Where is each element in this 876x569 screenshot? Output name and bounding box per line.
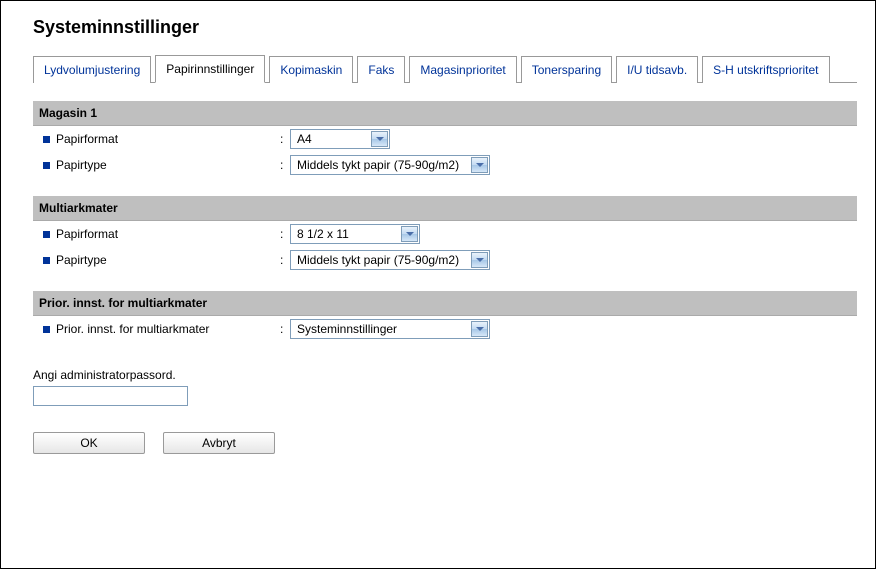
tab-paper-settings[interactable]: Papirinnstillinger <box>155 55 265 83</box>
tab-bar: Lydvolumjustering Papirinnstillinger Kop… <box>33 54 857 83</box>
section-tray1: Magasin 1 Papirformat : A4 Papirtype : M… <box>33 101 857 178</box>
select-bypass-priority[interactable]: Systeminnstillinger <box>290 319 490 339</box>
row-bypass-paper-type: Papirtype : Middels tykt papir (75-90g/m… <box>33 247 857 273</box>
section-header-bypass-priority: Prior. innst. for multiarkmater <box>33 291 857 316</box>
select-tray1-paper-size[interactable]: A4 <box>290 129 390 149</box>
row-tray1-paper-type: Papirtype : Middels tykt papir (75-90g/m… <box>33 152 857 178</box>
row-bypass-priority: Prior. innst. for multiarkmater : System… <box>33 316 857 342</box>
chevron-down-icon <box>471 321 488 337</box>
bullet-icon <box>43 257 50 264</box>
select-value: 8 1/2 x 11 <box>297 227 349 241</box>
tab-tray-priority[interactable]: Magasinprioritet <box>409 56 516 83</box>
bullet-icon <box>43 162 50 169</box>
label-bypass-priority: Prior. innst. for multiarkmater <box>56 322 286 336</box>
section-header-bypass: Multiarkmater <box>33 196 857 221</box>
tab-copier[interactable]: Kopimaskin <box>269 56 353 83</box>
select-bypass-paper-type[interactable]: Middels tykt papir (75-90g/m2) <box>290 250 490 270</box>
tab-bw-priority[interactable]: S-H utskriftsprioritet <box>702 56 829 83</box>
section-bypass: Multiarkmater Papirformat : 8 1/2 x 11 P… <box>33 196 857 273</box>
label-bypass-paper-size: Papirformat <box>56 227 286 241</box>
button-row: OK Avbryt <box>33 432 857 454</box>
password-block: Angi administratorpassord. <box>33 368 857 406</box>
label-tray1-paper-size: Papirformat <box>56 132 286 146</box>
bullet-icon <box>43 136 50 143</box>
tab-io-timeout[interactable]: I/U tidsavb. <box>616 56 698 83</box>
chevron-down-icon <box>401 226 418 242</box>
settings-frame: Systeminnstillinger Lydvolumjustering Pa… <box>0 0 876 569</box>
row-bypass-paper-size: Papirformat : 8 1/2 x 11 <box>33 221 857 247</box>
tab-volume[interactable]: Lydvolumjustering <box>33 56 151 83</box>
select-bypass-paper-size[interactable]: 8 1/2 x 11 <box>290 224 420 244</box>
page-title: Systeminnstillinger <box>33 17 857 38</box>
bullet-icon <box>43 231 50 238</box>
password-label: Angi administratorpassord. <box>33 368 857 382</box>
admin-password-input[interactable] <box>33 386 188 406</box>
tab-fax[interactable]: Faks <box>357 56 405 83</box>
tab-toner-saving[interactable]: Tonersparing <box>521 56 612 83</box>
section-bypass-priority: Prior. innst. for multiarkmater Prior. i… <box>33 291 857 342</box>
cancel-button[interactable]: Avbryt <box>163 432 275 454</box>
ok-button[interactable]: OK <box>33 432 145 454</box>
bullet-icon <box>43 326 50 333</box>
section-header-tray1: Magasin 1 <box>33 101 857 126</box>
select-tray1-paper-type[interactable]: Middels tykt papir (75-90g/m2) <box>290 155 490 175</box>
chevron-down-icon <box>371 131 388 147</box>
select-value: A4 <box>297 132 312 146</box>
select-value: Middels tykt papir (75-90g/m2) <box>297 253 459 267</box>
chevron-down-icon <box>471 157 488 173</box>
label-tray1-paper-type: Papirtype <box>56 158 286 172</box>
chevron-down-icon <box>471 252 488 268</box>
select-value: Middels tykt papir (75-90g/m2) <box>297 158 459 172</box>
select-value: Systeminnstillinger <box>297 322 397 336</box>
label-bypass-paper-type: Papirtype <box>56 253 286 267</box>
row-tray1-paper-size: Papirformat : A4 <box>33 126 857 152</box>
